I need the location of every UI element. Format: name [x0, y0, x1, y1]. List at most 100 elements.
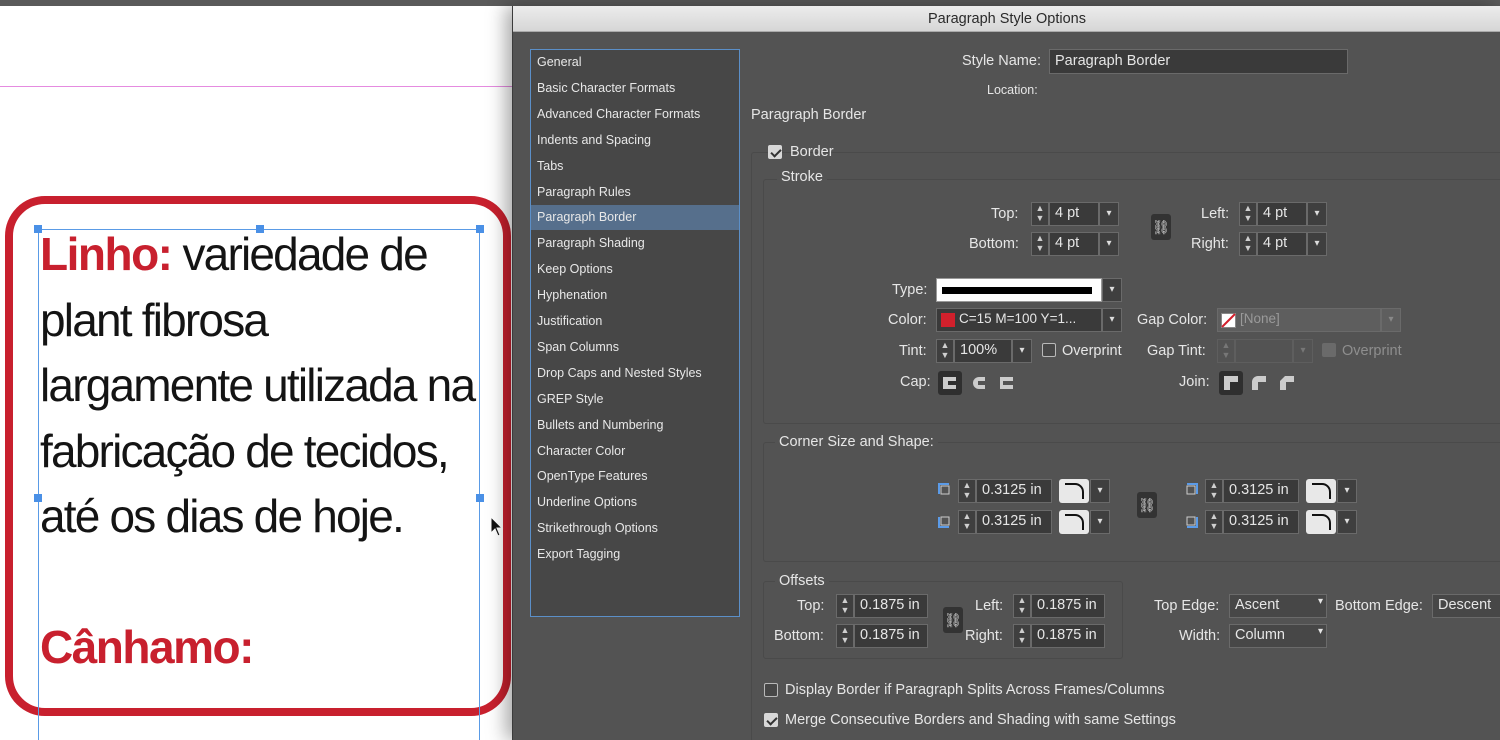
- category-item[interactable]: Indents and Spacing: [531, 128, 739, 153]
- offset-top-input[interactable]: 0.1875 in: [854, 594, 928, 618]
- category-item[interactable]: Paragraph Border: [531, 205, 739, 231]
- category-item[interactable]: GREP Style: [531, 387, 739, 412]
- corner-bl-shape[interactable]: [1059, 510, 1089, 534]
- stroke-left-stepper[interactable]: ▲ ▼: [1239, 202, 1257, 226]
- category-item[interactable]: Span Columns: [531, 335, 739, 360]
- cap-label: Cap:: [900, 374, 931, 390]
- category-item[interactable]: Justification: [531, 309, 739, 334]
- corner-br-shape[interactable]: [1306, 510, 1336, 534]
- corner-tr-shape[interactable]: [1306, 479, 1336, 503]
- corner-tl-dropdown[interactable]: ▾: [1090, 479, 1110, 503]
- corner-bl-stepper[interactable]: ▲ ▼: [958, 510, 976, 534]
- category-item[interactable]: Character Color: [531, 439, 739, 464]
- offset-top-label: Top:: [797, 598, 825, 614]
- category-item[interactable]: Underline Options: [531, 490, 739, 515]
- corner-br-input[interactable]: 0.3125 in: [1223, 510, 1299, 534]
- butt-cap-button[interactable]: [938, 371, 962, 395]
- width-select[interactable]: Column: [1229, 624, 1327, 648]
- gap-color-value: [None]: [1240, 311, 1280, 326]
- style-name-input[interactable]: Paragraph Border: [1049, 49, 1348, 74]
- corner-tl-input[interactable]: 0.3125 in: [976, 479, 1052, 503]
- stroke-link-icon[interactable]: ⛓: [1151, 214, 1171, 240]
- corner-tr-stepper[interactable]: ▲ ▼: [1205, 479, 1223, 503]
- fancy-corner-icon: [1312, 483, 1331, 499]
- stroke-left-input[interactable]: 4 pt: [1257, 202, 1307, 226]
- tint-stepper[interactable]: ▲ ▼: [936, 339, 954, 363]
- offset-bottom-input[interactable]: 0.1875 in: [854, 624, 928, 648]
- round-cap-icon: [973, 377, 985, 389]
- term-canhamo: Cânhamo:: [40, 621, 254, 673]
- category-item[interactable]: Bullets and Numbering: [531, 413, 739, 438]
- stroke-right-dropdown[interactable]: ▾: [1307, 232, 1327, 256]
- round-cap-button[interactable]: [967, 371, 991, 395]
- offset-left-label: Left:: [975, 598, 1004, 614]
- category-item[interactable]: Strikethrough Options: [531, 516, 739, 541]
- stroke-top-stepper[interactable]: ▲ ▼: [1031, 202, 1049, 226]
- category-item[interactable]: OpenType Features: [531, 464, 739, 489]
- bottom-edge-select[interactable]: Descent: [1432, 594, 1500, 618]
- category-item[interactable]: Keep Options: [531, 257, 739, 282]
- offsets-link-icon[interactable]: ⛓: [943, 607, 963, 633]
- offset-left-stepper[interactable]: ▲ ▼: [1013, 594, 1031, 618]
- category-item[interactable]: Paragraph Rules: [531, 180, 739, 205]
- corner-tl-shape[interactable]: [1059, 479, 1089, 503]
- top-edge-label: Top Edge:: [1154, 598, 1220, 614]
- corner-bl-input[interactable]: 0.3125 in: [976, 510, 1052, 534]
- miter-join-button[interactable]: [1219, 371, 1243, 395]
- offset-bottom-stepper[interactable]: ▲ ▼: [836, 624, 854, 648]
- story-text[interactable]: Linho: variedade de plant fibrosa largam…: [40, 222, 490, 550]
- stroke-bottom-input[interactable]: 4 pt: [1049, 232, 1099, 256]
- category-item[interactable]: Paragraph Shading: [531, 231, 739, 256]
- category-item[interactable]: Tabs: [531, 154, 739, 179]
- category-item[interactable]: Hyphenation: [531, 283, 739, 308]
- corner-tr-input[interactable]: 0.3125 in: [1223, 479, 1299, 503]
- category-item[interactable]: Basic Character Formats: [531, 76, 739, 101]
- stroke-top-label: Top:: [991, 206, 1019, 222]
- stroke-group: [763, 179, 1500, 424]
- corner-tl-stepper[interactable]: ▲ ▼: [958, 479, 976, 503]
- projecting-cap-button[interactable]: [995, 371, 1019, 395]
- corner-br-dropdown[interactable]: ▾: [1337, 510, 1357, 534]
- stroke-color-dropdown[interactable]: ▾: [1102, 308, 1122, 332]
- bevel-join-button[interactable]: [1275, 371, 1299, 395]
- offset-bottom-label: Bottom:: [774, 628, 824, 644]
- offset-right-stepper[interactable]: ▲ ▼: [1013, 624, 1031, 648]
- round-join-button[interactable]: [1247, 371, 1271, 395]
- tint-input[interactable]: 100%: [954, 339, 1012, 363]
- miter-join-icon: [1224, 376, 1238, 390]
- stroke-left-dropdown[interactable]: ▾: [1307, 202, 1327, 226]
- stroke-bottom-dropdown[interactable]: ▾: [1099, 232, 1119, 256]
- category-item[interactable]: Export Tagging: [531, 542, 739, 567]
- stroke-right-input[interactable]: 4 pt: [1257, 232, 1307, 256]
- border-checkbox[interactable]: [768, 145, 782, 159]
- stroke-type-dropdown[interactable]: ▾: [1102, 278, 1122, 302]
- display-border-label: Display Border if Paragraph Splits Acros…: [785, 682, 1165, 698]
- display-border-checkbox[interactable]: [764, 683, 778, 697]
- top-edge-select[interactable]: Ascent: [1229, 594, 1327, 618]
- gap-tint-dropdown: ▾: [1293, 339, 1313, 363]
- overprint-checkbox[interactable]: [1042, 343, 1056, 357]
- category-item[interactable]: Advanced Character Formats: [531, 102, 739, 127]
- stroke-bottom-stepper[interactable]: ▲ ▼: [1031, 232, 1049, 256]
- corner-bl-dropdown[interactable]: ▾: [1090, 510, 1110, 534]
- bevel-join-icon: [1280, 376, 1294, 390]
- stroke-top-dropdown[interactable]: ▾: [1099, 202, 1119, 226]
- category-item[interactable]: General: [531, 50, 739, 75]
- offset-left-input[interactable]: 0.1875 in: [1031, 594, 1105, 618]
- bottom-edge-label: Bottom Edge:: [1335, 598, 1423, 614]
- stroke-type-select[interactable]: [936, 278, 1102, 302]
- top-right-corner-icon: [1186, 483, 1198, 495]
- dialog-title: Paragraph Style Options: [513, 6, 1500, 32]
- category-item[interactable]: Drop Caps and Nested Styles: [531, 361, 739, 386]
- corner-link-icon[interactable]: ⛓: [1137, 492, 1157, 518]
- offset-top-stepper[interactable]: ▲ ▼: [836, 594, 854, 618]
- stroke-right-stepper[interactable]: ▲ ▼: [1239, 232, 1257, 256]
- tint-dropdown[interactable]: ▾: [1012, 339, 1032, 363]
- corner-br-stepper[interactable]: ▲ ▼: [1205, 510, 1223, 534]
- merge-borders-checkbox[interactable]: [764, 713, 778, 727]
- offset-right-input[interactable]: 0.1875 in: [1031, 624, 1105, 648]
- stroke-color-select[interactable]: C=15 M=100 Y=1...: [936, 308, 1102, 332]
- fancy-corner-icon: [1065, 483, 1084, 499]
- corner-tr-dropdown[interactable]: ▾: [1337, 479, 1357, 503]
- stroke-top-input[interactable]: 4 pt: [1049, 202, 1099, 226]
